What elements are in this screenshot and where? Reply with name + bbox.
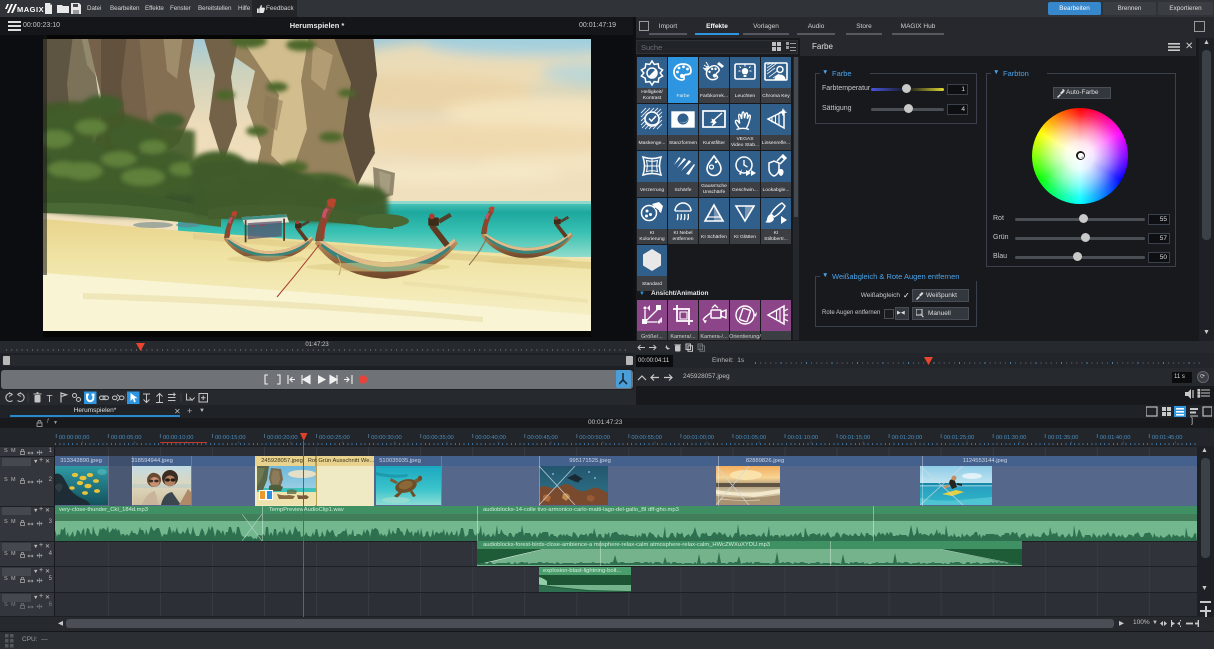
svg-text:00:01:40;00: 00:01:40;00	[1100, 435, 1131, 441]
svg-text:00:01:25;00: 00:01:25;00	[944, 435, 975, 441]
svg-text:00:00:40;00: 00:00:40;00	[475, 435, 506, 441]
svg-text:00:01:30;00: 00:01:30;00	[996, 435, 1027, 441]
svg-text:00:00:20;00: 00:00:20;00	[267, 435, 298, 441]
svg-text:00:01:15;00: 00:01:15;00	[840, 435, 871, 441]
svg-text:00:01:05;00: 00:01:05;00	[735, 435, 766, 441]
svg-text:00:00:05;00: 00:00:05;00	[111, 435, 142, 441]
svg-text:00:01:00;00: 00:01:00;00	[683, 435, 714, 441]
svg-text:00:00:55;00: 00:00:55;00	[631, 435, 662, 441]
svg-text:00:01:10;00: 00:01:10;00	[788, 435, 819, 441]
svg-text:00:00:10;00: 00:00:10;00	[163, 435, 194, 441]
svg-text:00:00:35;00: 00:00:35;00	[423, 435, 454, 441]
svg-text:T: T	[47, 394, 53, 405]
svg-text:00:00:50;00: 00:00:50;00	[579, 435, 610, 441]
svg-text:00:00:25;00: 00:00:25;00	[319, 435, 350, 441]
svg-text:00:00:45;00: 00:00:45;00	[527, 435, 558, 441]
svg-text:00:00:30;00: 00:00:30;00	[371, 435, 402, 441]
svg-text:00:00:00;00: 00:00:00;00	[59, 435, 90, 441]
svg-text:00:01:35;00: 00:01:35;00	[1048, 435, 1079, 441]
svg-text:00:00:15;00: 00:00:15;00	[215, 435, 246, 441]
svg-text:00:01:45;00: 00:01:45;00	[1152, 435, 1183, 441]
svg-text:00:01:20;00: 00:01:20;00	[892, 435, 923, 441]
